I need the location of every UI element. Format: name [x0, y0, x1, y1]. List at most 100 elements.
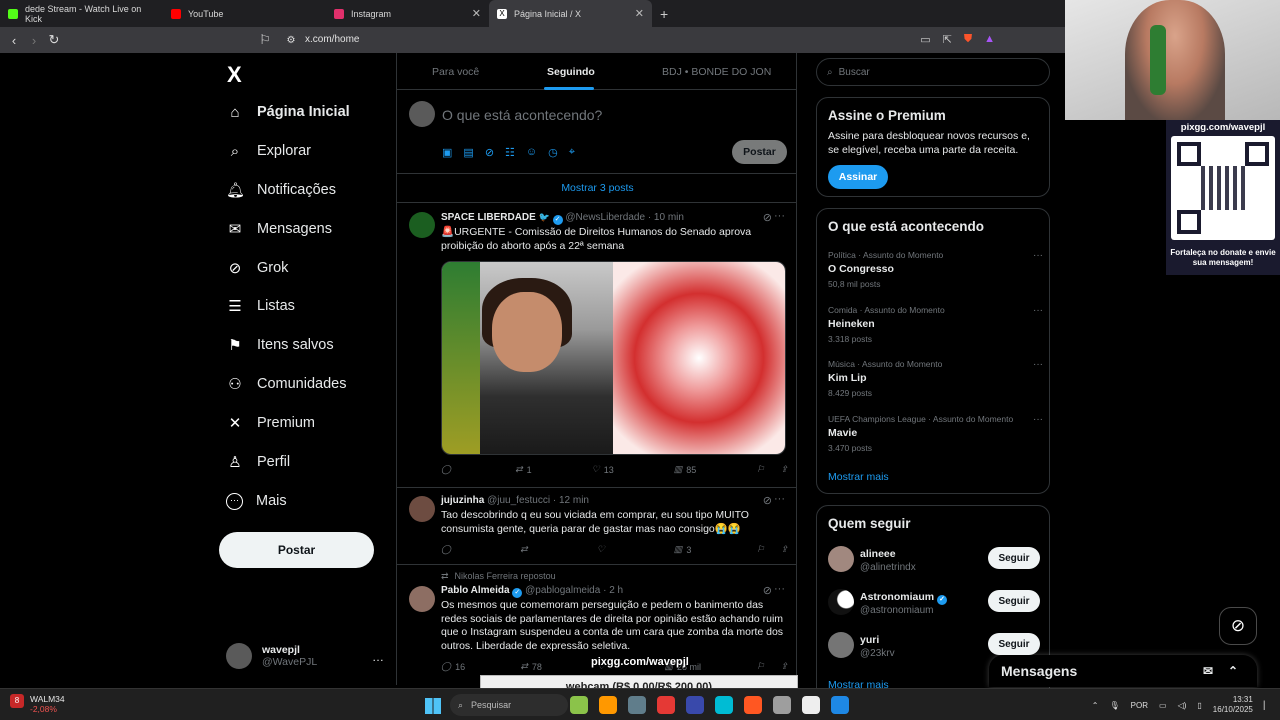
- forward-icon[interactable]: ›: [24, 33, 44, 48]
- file-explorer-icon[interactable]: [599, 696, 617, 714]
- tweet-more-icon[interactable]: ···: [774, 210, 785, 222]
- follow-button[interactable]: Seguir: [988, 590, 1040, 612]
- tweet-author[interactable]: Pablo Almeida: [441, 585, 510, 596]
- tweet-media[interactable]: [441, 261, 786, 455]
- reply-button[interactable]: ◯ 16: [441, 661, 465, 672]
- reply-button[interactable]: ◯: [441, 544, 455, 555]
- tweet-author[interactable]: jujuzinha: [441, 495, 484, 506]
- retweet-button[interactable]: ⇄ 78: [520, 661, 542, 672]
- media-icon[interactable]: ▣: [442, 146, 452, 159]
- grok-icon[interactable]: ⊘: [485, 146, 494, 159]
- app-icon[interactable]: [744, 696, 762, 714]
- retweet-button[interactable]: ⇄ 1: [515, 464, 532, 475]
- nav-item-more[interactable]: ⋯ Mais: [226, 489, 287, 513]
- follow-suggestion[interactable]: alineee @alinetrindx Seguir: [828, 546, 1040, 576]
- tweet-time[interactable]: · 10 min: [648, 212, 684, 223]
- back-icon[interactable]: ‹: [4, 33, 24, 48]
- trends-show-more[interactable]: Mostrar mais: [828, 471, 889, 483]
- nav-item-premium[interactable]: ✕ Premium: [226, 411, 315, 435]
- trend-item[interactable]: Música · Assunto do Momento Kim Lip 8.42…: [828, 359, 1043, 398]
- close-icon[interactable]: ✕: [635, 7, 644, 20]
- volume-icon[interactable]: ◁): [1178, 701, 1187, 710]
- app-icon[interactable]: [802, 696, 820, 714]
- trend-item[interactable]: Comida · Assunto do Momento Heineken 3.3…: [828, 305, 1043, 344]
- more-icon[interactable]: ···: [1033, 250, 1043, 261]
- app-icon[interactable]: [715, 696, 733, 714]
- post-button[interactable]: Postar: [219, 532, 374, 568]
- gif-icon[interactable]: ▤: [463, 146, 473, 159]
- tray-overflow-icon[interactable]: ⌃: [1092, 701, 1099, 710]
- url-field[interactable]: x.com/home: [305, 34, 359, 45]
- nav-item-lists[interactable]: ☰ Listas: [226, 294, 295, 318]
- bookmark-button[interactable]: ⚐ ⇪: [756, 544, 788, 555]
- bookmark-page-icon[interactable]: ⚐: [255, 32, 275, 48]
- x-logo[interactable]: X: [227, 62, 242, 88]
- nav-item-home[interactable]: ⌂ Página Inicial: [226, 100, 349, 124]
- tweet-handle[interactable]: @pablogalmeida: [525, 585, 600, 596]
- browser-tab-x[interactable]: X Página Inicial / X ✕: [489, 0, 652, 27]
- poll-icon[interactable]: ☷: [505, 146, 515, 159]
- follow-button[interactable]: Seguir: [988, 547, 1040, 569]
- tab-bdj[interactable]: BDJ • BONDE DO JON: [662, 66, 771, 78]
- brave-rewards-icon[interactable]: ▲: [984, 33, 995, 46]
- views-button[interactable]: ▥ 85: [674, 464, 697, 475]
- steam-icon[interactable]: [686, 696, 704, 714]
- nav-item-communities[interactable]: ⚇ Comunidades: [226, 372, 346, 396]
- account-switcher[interactable]: wavepjl @WavePJL: [226, 643, 317, 669]
- windows-start-icon[interactable]: [425, 698, 441, 714]
- show-desktop-button[interactable]: ▏: [1264, 701, 1270, 710]
- tweet[interactable]: jujuzinha @juu_festucci · 12 min ⊘ ··· T…: [397, 488, 796, 565]
- site-info-icon[interactable]: ⚙: [281, 35, 301, 46]
- like-button[interactable]: ♡: [597, 544, 609, 555]
- stock-widget[interactable]: 8 WALM34 -2,08%: [10, 694, 65, 714]
- tweet-time[interactable]: · 12 min: [553, 495, 589, 506]
- nav-item-notifications[interactable]: 🔔︎ Notificações: [226, 178, 336, 202]
- schedule-icon[interactable]: ◷: [548, 146, 558, 159]
- new-message-icon[interactable]: ✉: [1203, 664, 1213, 678]
- more-icon[interactable]: ···: [1033, 305, 1043, 316]
- grok-explain-icon[interactable]: ⊘: [763, 584, 772, 597]
- settings-icon[interactable]: [831, 696, 849, 714]
- more-icon[interactable]: ···: [1033, 359, 1043, 370]
- tweet[interactable]: SPACE LIBERDADE 🐦 ✓ @NewsLiberdade · 10 …: [397, 203, 796, 488]
- brave-icon[interactable]: [657, 696, 675, 714]
- reload-icon[interactable]: ↻: [44, 32, 64, 48]
- nav-item-messages[interactable]: ✉ Mensagens: [226, 217, 332, 241]
- share-icon[interactable]: ⇪: [780, 661, 788, 672]
- bookmark-button[interactable]: ⚐ ⇪: [756, 661, 788, 672]
- cast-icon[interactable]: ▭: [920, 33, 930, 46]
- grok-explain-icon[interactable]: ⊘: [763, 211, 772, 224]
- share-icon[interactable]: ⇱: [943, 33, 952, 46]
- views-button[interactable]: ▥ 3: [674, 544, 692, 555]
- messages-drawer[interactable]: Mensagens ✉ ⌃: [989, 655, 1257, 687]
- grok-explain-icon[interactable]: ⊘: [763, 494, 772, 507]
- microphone-icon[interactable]: 🎙︎: [1110, 701, 1120, 710]
- browser-tab-youtube[interactable]: YouTube: [163, 0, 326, 27]
- network-icon[interactable]: ▭: [1159, 701, 1167, 710]
- tweet-more-icon[interactable]: ···: [774, 493, 785, 505]
- tweet-handle[interactable]: @juu_festucci: [487, 495, 550, 506]
- like-button[interactable]: ♡ 13: [592, 464, 614, 475]
- tweet-author[interactable]: SPACE LIBERDADE: [441, 212, 536, 223]
- close-icon[interactable]: ✕: [472, 7, 481, 20]
- follow-suggestion[interactable]: Astronomiaum ✓ @astronomiaum Seguir: [828, 589, 1040, 619]
- retweeted-by-label[interactable]: Nikolas Ferreira repostou: [455, 571, 556, 581]
- compose-input[interactable]: O que está acontecendo?: [442, 107, 602, 123]
- expand-icon[interactable]: ⌃: [1228, 664, 1238, 678]
- nav-item-bookmarks[interactable]: ⚑ Itens salvos: [226, 333, 333, 357]
- grok-fab-button[interactable]: ⊘: [1219, 607, 1257, 645]
- battery-icon[interactable]: ▯: [1197, 701, 1201, 710]
- brave-shield-icon[interactable]: ⛊: [964, 33, 972, 46]
- search-input[interactable]: ⌕ Buscar: [816, 58, 1050, 86]
- trend-item[interactable]: UEFA Champions League · Assunto do Momen…: [828, 414, 1043, 453]
- show-new-posts[interactable]: Mostrar 3 posts: [397, 174, 796, 203]
- browser-tab-instagram[interactable]: Instagram ✕: [326, 0, 489, 27]
- account-more-icon[interactable]: …: [372, 650, 384, 664]
- reply-button[interactable]: ◯: [441, 464, 455, 475]
- obs-icon[interactable]: [773, 696, 791, 714]
- taskbar-search[interactable]: ⌕ Pesquisar: [450, 694, 568, 716]
- more-icon[interactable]: ···: [1033, 414, 1043, 425]
- app-icon[interactable]: [570, 696, 588, 714]
- language-indicator[interactable]: POR: [1131, 701, 1148, 710]
- tab-for-you[interactable]: Para você: [432, 66, 479, 78]
